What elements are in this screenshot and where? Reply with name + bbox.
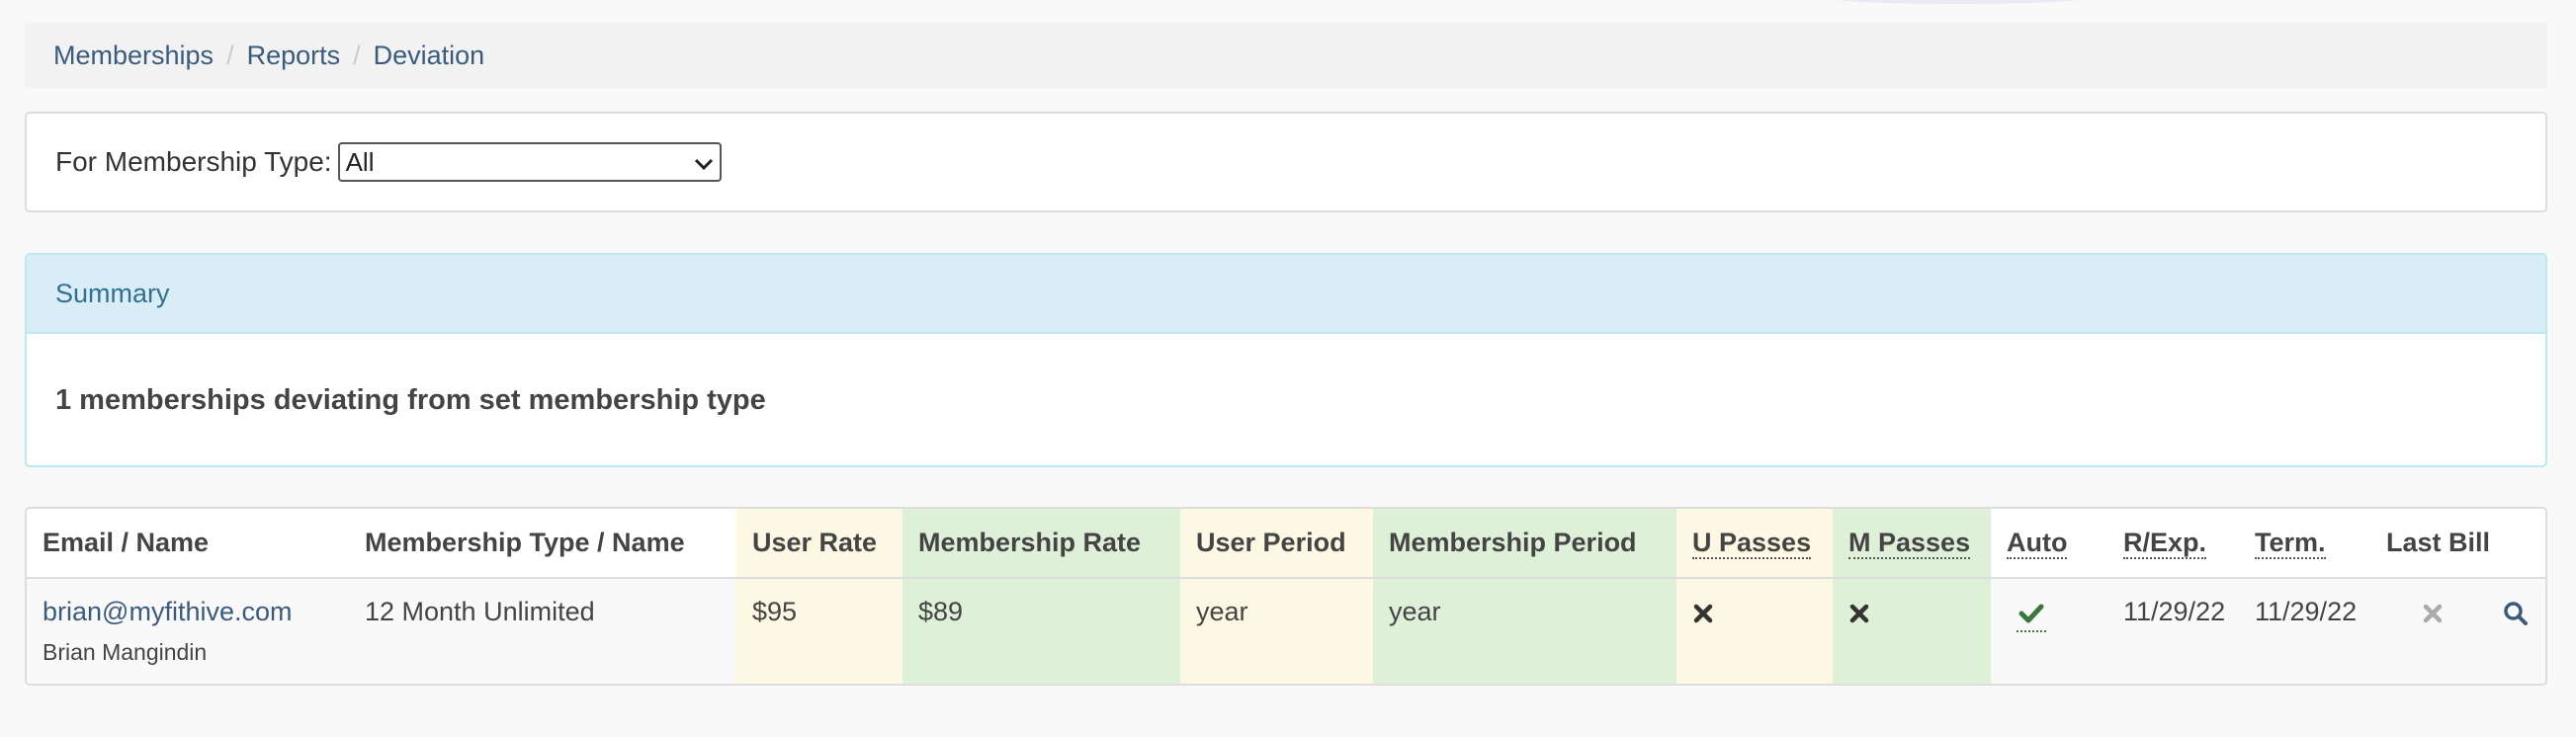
filter-panel: For Membership Type: All — [25, 112, 2547, 212]
header-membership-rate: Membership Rate — [902, 509, 1180, 579]
header-r-exp-label: R/Exp. — [2123, 528, 2207, 559]
header-auto-label: Auto — [2007, 528, 2068, 559]
cell-email-name: brian@myfithive.com Brian Mangindin — [27, 578, 349, 684]
table-header-row: Email / Name Membership Type / Name User… — [27, 509, 2545, 579]
header-user-rate: User Rate — [736, 509, 902, 579]
header-type-name: Membership Type / Name — [349, 509, 736, 579]
member-name: Brian Mangindin — [43, 639, 208, 665]
breadcrumb-reports[interactable]: Reports — [247, 41, 341, 71]
times-icon — [2422, 597, 2444, 626]
breadcrumb-separator: / — [226, 40, 234, 70]
breadcrumb-memberships[interactable]: Memberships — [53, 41, 214, 71]
table-row: brian@myfithive.com Brian Mangindin 12 M… — [27, 578, 2545, 684]
cell-actions — [2495, 578, 2545, 684]
summary-heading: Summary — [27, 255, 2545, 334]
cell-user-rate: $95 — [736, 578, 902, 684]
times-icon — [1692, 597, 1714, 626]
header-membership-period: Membership Period — [1373, 509, 1676, 579]
header-term-label: Term. — [2255, 528, 2326, 559]
header-last-bill: Last Bill — [2370, 509, 2495, 579]
cell-r-exp: 11/29/22 — [2107, 578, 2239, 684]
header-user-period: User Period — [1180, 509, 1373, 579]
membership-type-selected: All — [345, 146, 375, 177]
times-icon — [1848, 597, 1870, 626]
summary-panel: Summary 1 memberships deviating from set… — [25, 253, 2547, 467]
breadcrumb-separator: / — [353, 40, 361, 70]
cell-user-period: year — [1180, 578, 1373, 684]
header-term: Term. — [2239, 509, 2370, 579]
header-email-name: Email / Name — [27, 509, 349, 579]
chevron-down-icon — [694, 147, 714, 178]
header-u-passes: U Passes — [1676, 509, 1833, 579]
membership-type-select[interactable]: All — [337, 142, 722, 182]
top-decoration — [1829, 0, 2086, 4]
header-actions — [2495, 509, 2545, 579]
cell-u-passes — [1676, 578, 1833, 684]
header-u-passes-label: U Passes — [1692, 528, 1812, 559]
check-icon — [2017, 597, 2046, 632]
search-icon[interactable] — [2503, 597, 2529, 626]
cell-last-bill — [2370, 578, 2495, 684]
cell-auto — [1991, 578, 2107, 684]
deviation-table: Email / Name Membership Type / Name User… — [25, 507, 2547, 686]
membership-type-label: For Membership Type: — [55, 146, 332, 177]
cell-type-name: 12 Month Unlimited — [349, 578, 736, 684]
cell-term: 11/29/22 — [2239, 578, 2370, 684]
header-m-passes: M Passes — [1833, 509, 1991, 579]
member-email-link[interactable]: brian@myfithive.com — [43, 597, 292, 626]
breadcrumb: Memberships / Reports / Deviation — [25, 23, 2547, 88]
breadcrumb-current: Deviation — [373, 40, 485, 70]
cell-membership-rate: $89 — [902, 578, 1180, 684]
cell-m-passes — [1833, 578, 1991, 684]
header-r-exp: R/Exp. — [2107, 509, 2239, 579]
header-auto: Auto — [1991, 509, 2107, 579]
header-m-passes-label: M Passes — [1848, 528, 1971, 559]
summary-text: 1 memberships deviating from set members… — [55, 384, 766, 416]
cell-membership-period: year — [1373, 578, 1676, 684]
